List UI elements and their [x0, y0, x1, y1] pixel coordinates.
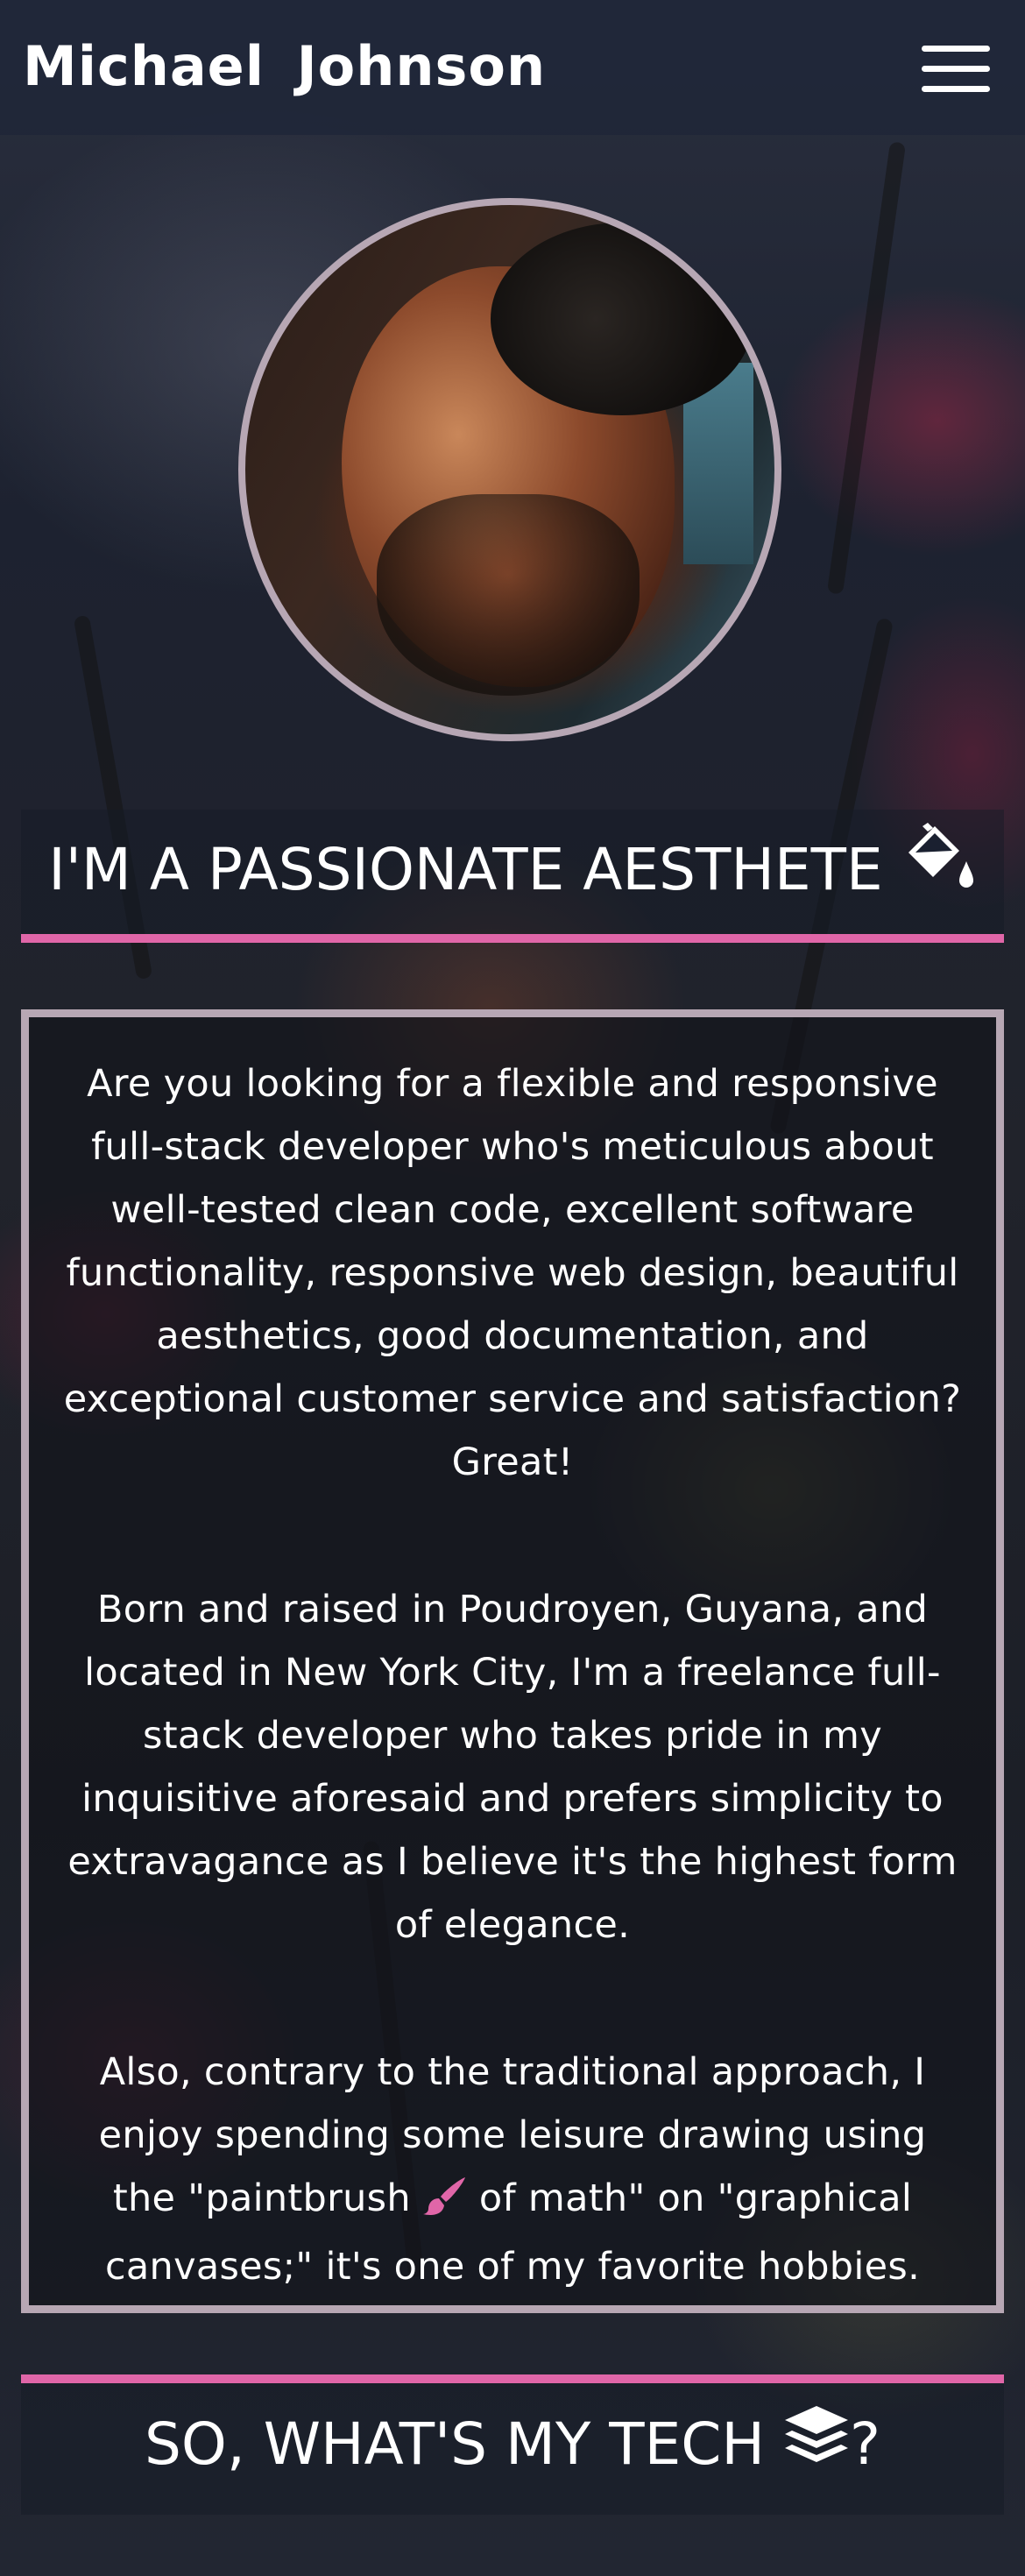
- about-paragraph: Are you looking for a flexible and respo…: [63, 1062, 962, 1484]
- about-heading-section: I'M A PASSIONATE AESTHETE: [21, 810, 1004, 943]
- site-title[interactable]: Michael Johnson: [23, 32, 546, 102]
- tech-heading: SO, WHAT'S MY TECH ?: [21, 2383, 1004, 2509]
- tech-heading-text: SO, WHAT'S MY TECH: [144, 2410, 783, 2478]
- paint-bucket-icon: [901, 813, 977, 934]
- about-heading: I'M A PASSIONATE AESTHETE: [21, 810, 1004, 934]
- about-text-box: Are you looking for a flexible and respo…: [21, 1009, 1004, 2313]
- hamburger-menu-icon[interactable]: [920, 42, 993, 96]
- paintbrush-icon: [422, 2172, 467, 2235]
- layer-stack-icon: [783, 2387, 850, 2509]
- about-heading-text: I'M A PASSIONATE AESTHETE: [48, 836, 883, 903]
- profile-photo: [238, 198, 781, 741]
- about-paragraph: Born and raised in Poudroyen, Guyana, an…: [67, 1588, 958, 1947]
- about-paragraph-hobby: Also, contrary to the traditional approa…: [62, 2041, 963, 2298]
- tech-heading-question: ?: [849, 2410, 881, 2478]
- site-header: Michael Johnson: [0, 0, 1025, 135]
- tech-heading-section: SO, WHAT'S MY TECH ?: [21, 2374, 1004, 2515]
